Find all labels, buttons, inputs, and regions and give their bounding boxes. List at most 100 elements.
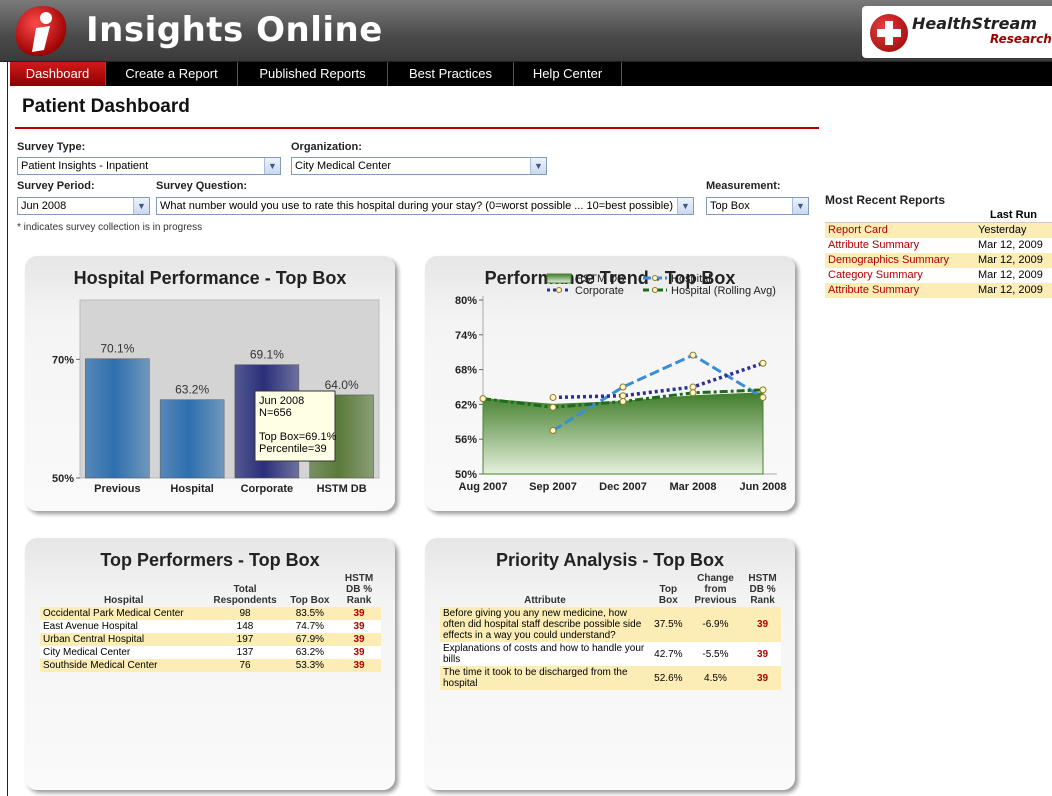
- legend-marker: [556, 287, 562, 293]
- table-row: Urban Central Hospital 197 67.9% 39: [40, 633, 381, 646]
- series-point: [549, 403, 557, 411]
- top-box-value: 53.3%: [282, 659, 338, 672]
- top-box-value: 52.6%: [649, 666, 687, 690]
- top-box-value: 63.2%: [282, 646, 338, 659]
- nav-published-reports[interactable]: Published Reports: [238, 62, 388, 86]
- recent-report-lastrun: Yesterday: [975, 222, 1052, 238]
- x-tick-label: HSTM DB: [317, 483, 367, 495]
- bar-data-label: 70.1%: [100, 342, 134, 356]
- hospital-performance-chart: 70.1% Previous 63.2% Hospital 69.1% Corporate…: [52, 299, 380, 495]
- series-point: [689, 383, 697, 391]
- tooltip-line: Percentile=39: [259, 443, 327, 455]
- measurement-label: Measurement:: [706, 180, 781, 192]
- series-point: [619, 398, 627, 405]
- change-value: -6.9%: [686, 607, 745, 642]
- respondents: 197: [207, 633, 283, 646]
- y-tick-label: 50%: [52, 473, 74, 485]
- bar-data-label: 69.1%: [250, 348, 284, 362]
- nav-help-center[interactable]: Help Center: [514, 62, 622, 86]
- series-point: [759, 386, 767, 394]
- table-row: The time it took to be discharged from t…: [440, 666, 781, 690]
- recent-report-link[interactable]: Attribute Summary: [825, 282, 975, 298]
- hospital-name: City Medical Center: [40, 646, 208, 659]
- x-tick-label: Mar 2008: [669, 481, 716, 493]
- y-tick-label: 50%: [455, 469, 477, 481]
- respondents: 137: [207, 646, 283, 659]
- chevron-down-icon[interactable]: ▼: [530, 158, 546, 174]
- legend-swatch: [546, 273, 572, 284]
- hospital-performance-panel: Hospital Performance - Top Box 70.1% Prev…: [25, 256, 395, 511]
- legend-label: Hospital (Rolling Avg): [671, 285, 776, 297]
- recent-report-row: Demographics Summary Mar 12, 2009: [825, 252, 1052, 268]
- recent-report-link[interactable]: Report Card: [825, 222, 975, 238]
- insights-logo-icon: [15, 6, 67, 57]
- respondents: 148: [207, 620, 283, 633]
- x-tick-label: Previous: [94, 483, 140, 495]
- recent-report-lastrun: Mar 12, 2009: [975, 267, 1052, 283]
- recent-report-lastrun: Mar 12, 2009: [975, 237, 1052, 253]
- table-row: Explanations of costs and how to handle …: [440, 642, 781, 666]
- series-point: [759, 359, 767, 367]
- series-point: [549, 393, 557, 401]
- healthstream-logo: HealthStream Research: [862, 6, 1052, 58]
- recent-report-link[interactable]: Demographics Summary: [825, 252, 975, 268]
- hospital-name: East Avenue Hospital: [40, 620, 208, 633]
- recent-report-row: Attribute Summary Mar 12, 2009: [825, 237, 1052, 253]
- col-total-respondents: Total Respondents: [213, 584, 277, 606]
- attribute-text: Explanations of costs and how to handle …: [440, 642, 650, 666]
- table-row: City Medical Center 137 63.2% 39: [40, 646, 381, 659]
- organization-select[interactable]: City Medical Center ▼: [291, 157, 547, 175]
- bar: [159, 399, 225, 479]
- performance-trend-chart: 50% 56% 62% 68% 74% 80% Aug 2007 Sep 2007 Dec 20…: [455, 273, 787, 493]
- legend-label: HSTM DB: [575, 273, 625, 285]
- chevron-down-icon[interactable]: ▼: [264, 158, 280, 174]
- survey-type-select[interactable]: Patient Insights - Inpatient ▼: [17, 157, 281, 175]
- series-point: [689, 389, 697, 397]
- respondents: 76: [207, 659, 283, 672]
- brand-subtitle: Research: [990, 32, 1052, 46]
- chevron-down-icon[interactable]: ▼: [133, 198, 149, 214]
- survey-type-label: Survey Type:: [17, 141, 86, 153]
- legend-label: Corporate: [575, 285, 624, 297]
- priority-analysis-panel: Priority Analysis - Top Box Attribute To…: [425, 538, 795, 790]
- y-tick-label: 70%: [52, 354, 74, 366]
- survey-type-value: Patient Insights - Inpatient: [21, 160, 149, 172]
- page-left-border: [7, 62, 8, 796]
- x-tick-label: Jun 2008: [739, 481, 786, 493]
- top-box-value: 37.5%: [649, 607, 687, 642]
- measurement-select[interactable]: Top Box ▼: [706, 197, 809, 215]
- survey-question-select[interactable]: What number would you use to rate this h…: [156, 197, 694, 215]
- priority-analysis-table: Attribute Top Box Change from Previous H…: [440, 572, 781, 690]
- recent-reports-table: Last Run Report Card Yesterday Attribute…: [825, 208, 1052, 298]
- top-box-value: 74.7%: [282, 620, 338, 633]
- nav-create-report[interactable]: Create a Report: [106, 62, 238, 86]
- y-tick-label: 56%: [455, 434, 477, 446]
- recent-report-lastrun: Mar 12, 2009: [975, 252, 1052, 268]
- rank-value: 39: [744, 607, 781, 642]
- recent-report-row: Attribute Summary Mar 12, 2009: [825, 282, 1052, 298]
- app-header: Insights Online HealthStream Research: [0, 0, 1052, 62]
- recent-reports-name-header: [825, 208, 975, 223]
- respondents: 98: [207, 607, 283, 620]
- y-tick-label: 80%: [455, 295, 477, 307]
- x-tick-label: Corporate: [241, 483, 294, 495]
- hospital-name: Urban Central Hospital: [40, 633, 208, 646]
- x-tick-label: Aug 2007: [459, 481, 508, 493]
- recent-report-link[interactable]: Category Summary: [825, 267, 975, 283]
- legend-marker: [652, 275, 658, 281]
- top-box-value: 67.9%: [282, 633, 338, 646]
- col-top-box: Top Box: [658, 584, 678, 606]
- nav-best-practices[interactable]: Best Practices: [388, 62, 514, 86]
- measurement-value: Top Box: [710, 200, 750, 212]
- series-point: [619, 392, 627, 400]
- bar-data-label: 63.2%: [175, 383, 209, 397]
- change-value: -5.5%: [686, 642, 745, 666]
- survey-period-select[interactable]: Jun 2008 ▼: [17, 197, 150, 215]
- recent-report-link[interactable]: Attribute Summary: [825, 237, 975, 253]
- chevron-down-icon[interactable]: ▼: [677, 198, 693, 214]
- nav-dashboard[interactable]: Dashboard: [10, 62, 106, 86]
- chevron-down-icon[interactable]: ▼: [792, 198, 808, 214]
- top-box-value: 83.5%: [282, 607, 338, 620]
- tooltip-line: Jun 2008: [259, 395, 304, 407]
- top-performers-table: Hospital Total Respondents Top Box HSTM …: [40, 572, 381, 672]
